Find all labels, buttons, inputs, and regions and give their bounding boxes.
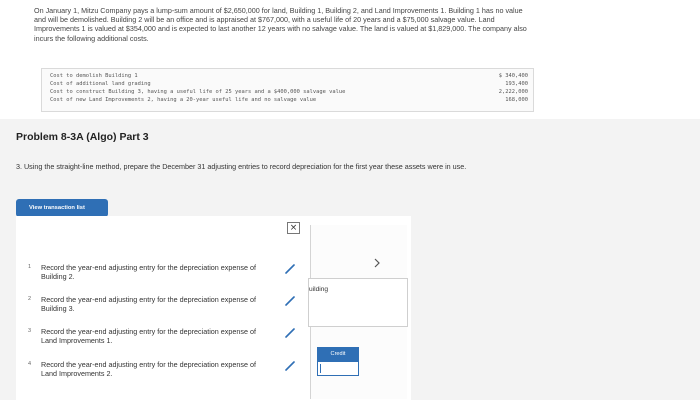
chevron-right-icon[interactable] bbox=[372, 257, 382, 269]
cost-row: Cost of new Land Improvements 2, having … bbox=[50, 96, 528, 104]
additional-costs-table: Cost to demolish Building 1 $ 340,400 Co… bbox=[41, 68, 534, 112]
step-number: 4 bbox=[28, 361, 32, 367]
cost-amount: 193,400 bbox=[505, 81, 528, 87]
pencil-icon[interactable] bbox=[284, 264, 296, 274]
problem-title: Problem 8-3A (Algo) Part 3 bbox=[16, 131, 149, 143]
step-number: 1 bbox=[28, 264, 32, 270]
step-text: Record the year-end adjusting entry for … bbox=[41, 360, 256, 379]
cost-label: Cost to demolish Building 1 bbox=[50, 73, 138, 79]
cost-amount: $ 340,400 bbox=[498, 73, 528, 79]
step-text: Record the year-end adjusting entry for … bbox=[41, 327, 256, 346]
list-item[interactable]: 4 Record the year-end adjusting entry fo… bbox=[28, 360, 308, 384]
cost-amount: 168,000 bbox=[505, 97, 528, 103]
step-number: 2 bbox=[28, 296, 32, 302]
problem-intro: On January 1, Mitzu Company pays a lump-… bbox=[34, 6, 527, 43]
view-transaction-list-button[interactable]: View transaction list bbox=[16, 199, 108, 217]
cost-label: Cost of additional land grading bbox=[50, 81, 151, 87]
list-item[interactable]: 3 Record the year-end adjusting entry fo… bbox=[28, 327, 308, 351]
list-item[interactable]: 2 Record the year-end adjusting entry fo… bbox=[28, 295, 308, 319]
step-text: Record the year-end adjusting entry for … bbox=[41, 263, 256, 282]
pencil-icon[interactable] bbox=[284, 296, 296, 306]
cost-row: Cost of additional land grading 193,400 bbox=[50, 80, 528, 88]
credit-input[interactable] bbox=[317, 361, 359, 376]
cost-label: Cost to construct Building 3, having a u… bbox=[50, 89, 346, 95]
cost-label: Cost of new Land Improvements 2, having … bbox=[50, 97, 317, 103]
pencil-icon[interactable] bbox=[284, 361, 296, 371]
close-icon[interactable]: × bbox=[287, 222, 300, 234]
step-text: Record the year-end adjusting entry for … bbox=[41, 295, 256, 314]
cost-amount: 2,222,000 bbox=[498, 89, 528, 95]
cost-row: Cost to demolish Building 1 $ 340,400 bbox=[50, 72, 528, 80]
problem-question: 3. Using the straight-line method, prepa… bbox=[16, 162, 467, 171]
pencil-icon[interactable] bbox=[284, 328, 296, 338]
list-item[interactable]: 1 Record the year-end adjusting entry fo… bbox=[28, 263, 308, 287]
step-number: 3 bbox=[28, 328, 32, 334]
account-name: uilding bbox=[309, 286, 329, 293]
cost-row: Cost to construct Building 3, having a u… bbox=[50, 88, 528, 96]
credit-column-header: Credit bbox=[317, 347, 359, 361]
